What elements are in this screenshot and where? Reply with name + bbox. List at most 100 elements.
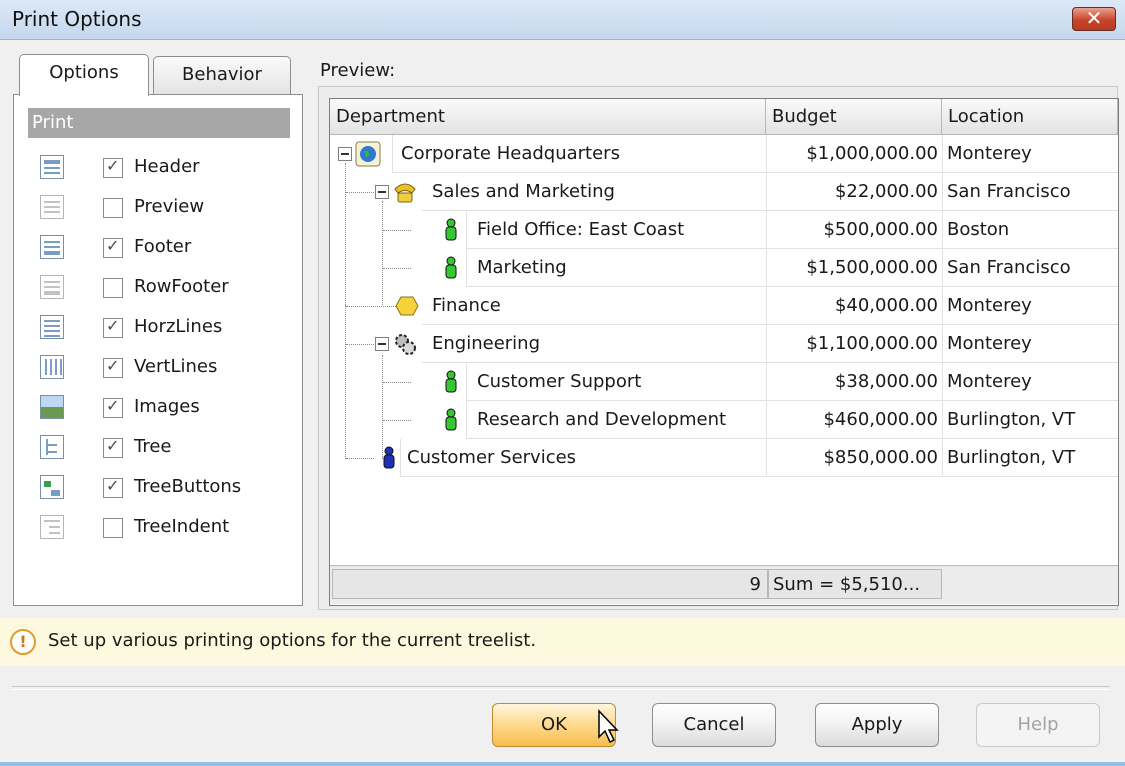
department-cell: Research and Development (466, 401, 766, 439)
count-summary: 9 (332, 569, 768, 599)
preview-label: Preview: (320, 60, 396, 81)
footer-checkbox[interactable]: ✓ (103, 236, 123, 258)
globe-icon (355, 141, 381, 167)
treelist-preview[interactable]: Department Budget Location Corporate Hea… (329, 98, 1119, 606)
header-icon (40, 155, 64, 179)
tree-row[interactable]: Research and Development $460,000.00 Bur… (330, 401, 1118, 439)
check-icon: ✓ (106, 476, 120, 495)
rowfooter-checkbox[interactable] (103, 278, 123, 298)
horzlines-icon (40, 315, 64, 339)
location-cell: Burlington, VT (942, 439, 1118, 477)
budget-cell: $460,000.00 (766, 401, 942, 439)
info-icon: ! (10, 629, 36, 655)
tree-line (346, 306, 396, 307)
treebuttons-checkbox[interactable]: ✓ (103, 476, 123, 498)
preview-checkbox[interactable] (103, 198, 123, 218)
tree-row[interactable]: Sales and Marketing $22,000.00 San Franc… (330, 173, 1118, 211)
collapse-button[interactable] (375, 337, 389, 351)
tree-line (383, 268, 411, 269)
location-cell: Monterey (942, 287, 1118, 325)
option-label: HorzLines (134, 316, 223, 337)
images-checkbox[interactable]: ✓ (103, 396, 123, 418)
option-label: Tree (134, 436, 172, 457)
tree-row[interactable]: Finance $40,000.00 Monterey (330, 287, 1118, 325)
check-icon: ✓ (106, 436, 120, 455)
horzlines-checkbox[interactable]: ✓ (103, 316, 123, 338)
tree-icon (40, 435, 64, 459)
tree-row[interactable]: Marketing $1,500,000.00 San Francisco (330, 249, 1118, 287)
location-cell: Monterey (942, 325, 1118, 363)
option-label: VertLines (134, 356, 218, 377)
tree-line (383, 382, 411, 383)
tab-options[interactable]: Options (19, 54, 149, 96)
budget-cell: $1,100,000.00 (766, 325, 942, 363)
option-label: Images (134, 396, 200, 417)
location-cell: Burlington, VT (942, 401, 1118, 439)
tree-row[interactable]: Engineering $1,100,000.00 Monterey (330, 325, 1118, 363)
help-button: Help (976, 703, 1100, 747)
department-cell: Engineering (422, 325, 766, 363)
hint-text: Set up various printing options for the … (48, 630, 537, 651)
budget-cell: $1,000,000.00 (766, 135, 942, 173)
person-green-icon (445, 218, 457, 241)
check-icon: ✓ (106, 396, 120, 415)
gear-icon (395, 334, 416, 355)
preview-icon (40, 195, 64, 219)
vertlines-checkbox[interactable]: ✓ (103, 356, 123, 378)
check-icon: ✓ (106, 236, 120, 255)
person-blue-icon (383, 446, 395, 469)
tree-line (383, 230, 411, 231)
cancel-button[interactable]: Cancel (652, 703, 776, 747)
coin-icon (395, 296, 419, 316)
department-cell: Corporate Headquarters (392, 135, 766, 173)
option-label: RowFooter (134, 276, 229, 297)
tree-checkbox[interactable]: ✓ (103, 436, 123, 458)
apply-button[interactable]: Apply (815, 703, 939, 747)
budget-cell: $1,500,000.00 (766, 249, 942, 287)
mouse-cursor-icon (598, 709, 619, 744)
tree-row[interactable]: Customer Services $850,000.00 Burlington… (330, 439, 1118, 477)
vertlines-icon (40, 355, 64, 379)
person-green-icon (445, 256, 457, 279)
images-icon (40, 395, 64, 419)
tree-row[interactable]: Field Office: East Coast $500,000.00 Bos… (330, 211, 1118, 249)
department-cell: Finance (422, 287, 766, 325)
tree-line (346, 192, 376, 193)
budget-cell: $500,000.00 (766, 211, 942, 249)
person-green-icon (445, 370, 457, 393)
budget-cell: $38,000.00 (766, 363, 942, 401)
budget-cell: $850,000.00 (766, 439, 942, 477)
column-header-location[interactable]: Location (942, 99, 1118, 135)
department-cell: Marketing (466, 249, 766, 287)
tree-line (346, 344, 376, 345)
location-cell: Boston (942, 211, 1118, 249)
option-label: TreeButtons (134, 476, 242, 497)
rowfooter-icon (40, 275, 64, 299)
sum-summary: Sum = $5,510... (768, 569, 942, 599)
check-icon: ✓ (106, 356, 120, 375)
collapse-button[interactable] (338, 147, 352, 161)
tab-behavior[interactable]: Behavior (153, 56, 291, 94)
option-label: Header (134, 156, 200, 177)
treeindent-icon (40, 515, 64, 539)
budget-cell: $40,000.00 (766, 287, 942, 325)
tree-line (383, 420, 411, 421)
budget-cell: $22,000.00 (766, 173, 942, 211)
close-button[interactable]: ✕ (1072, 6, 1116, 31)
location-cell: San Francisco (942, 173, 1118, 211)
collapse-button[interactable] (375, 185, 389, 199)
phone-icon (394, 183, 416, 203)
department-cell: Field Office: East Coast (466, 211, 766, 249)
department-cell: Sales and Marketing (422, 173, 766, 211)
location-cell: San Francisco (942, 249, 1118, 287)
column-header-budget[interactable]: Budget (766, 99, 942, 135)
option-label: TreeIndent (134, 516, 230, 537)
header-checkbox[interactable]: ✓ (103, 156, 123, 178)
close-icon: ✕ (1085, 6, 1103, 30)
tree-row[interactable]: Corporate Headquarters $1,000,000.00 Mon… (330, 135, 1118, 173)
separator (12, 686, 1110, 690)
treeindent-checkbox[interactable] (103, 518, 123, 538)
tree-line (346, 458, 374, 459)
column-header-department[interactable]: Department (330, 99, 766, 135)
tree-row[interactable]: Customer Support $38,000.00 Monterey (330, 363, 1118, 401)
